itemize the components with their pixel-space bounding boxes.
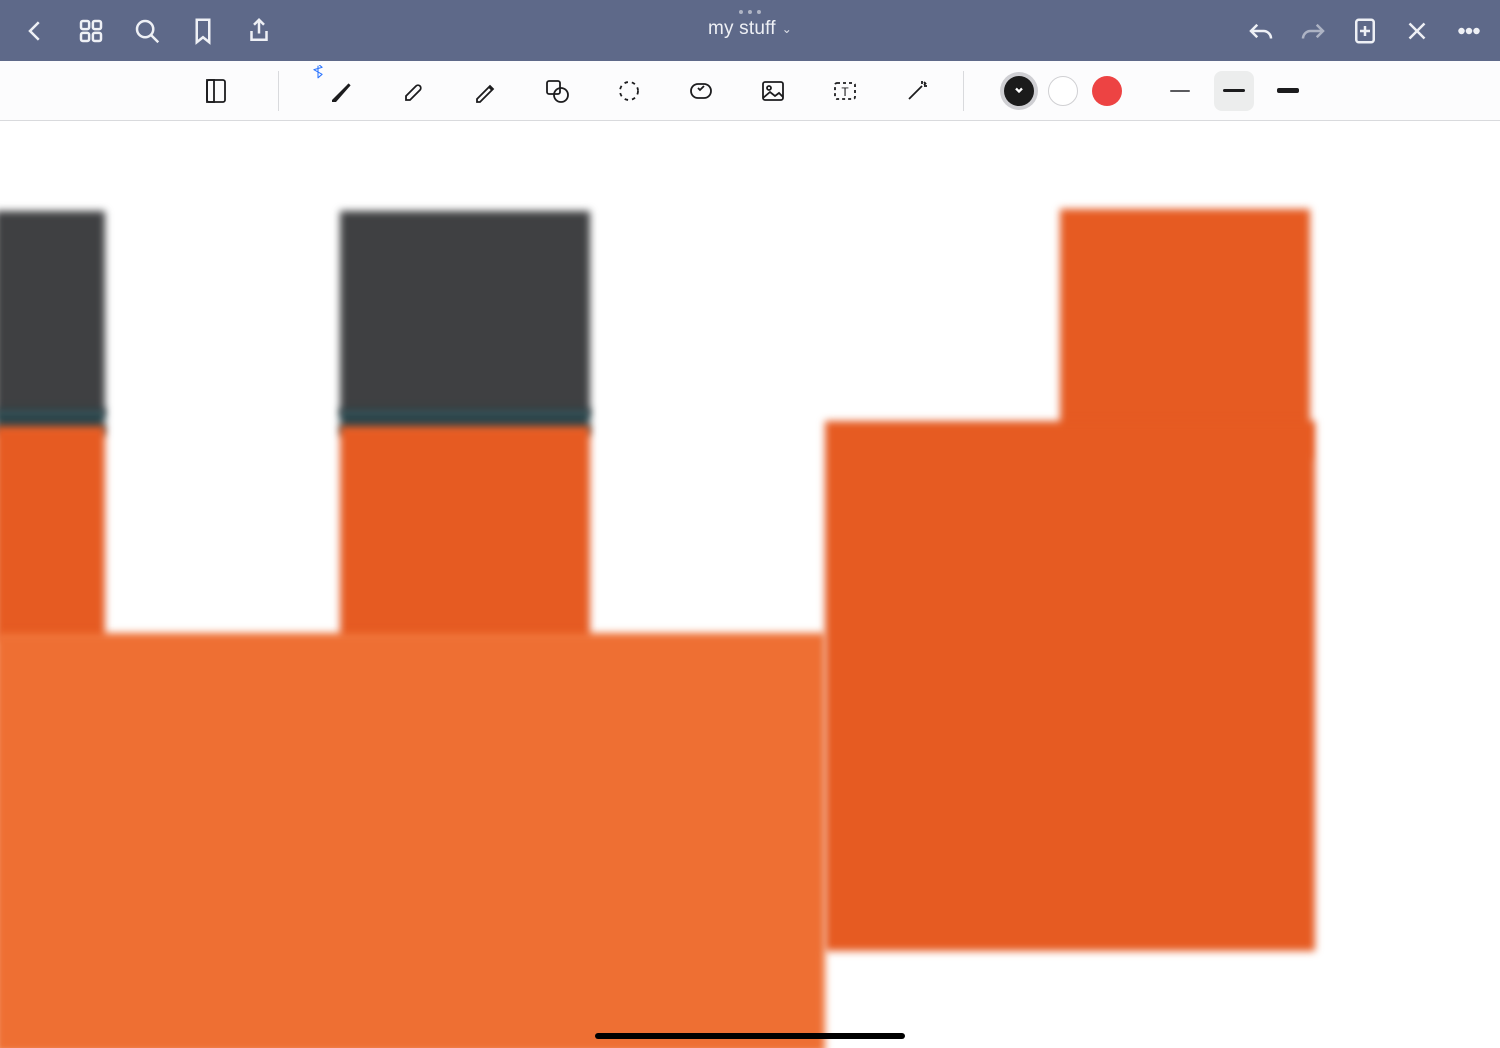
- more-icon: [1454, 16, 1484, 46]
- stroke-medium-button[interactable]: [1214, 71, 1254, 111]
- pen-tool[interactable]: [321, 71, 361, 111]
- page-template-tool[interactable]: [196, 71, 236, 111]
- canvas-shape: [340, 426, 590, 641]
- document-title: my stuff: [708, 18, 776, 40]
- share-icon: [244, 16, 274, 46]
- window-handle-icon[interactable]: [708, 10, 792, 14]
- shapes-tool[interactable]: [537, 71, 577, 111]
- drawing-canvas[interactable]: [0, 121, 1500, 1048]
- highlighter-tool[interactable]: [465, 71, 505, 111]
- text-icon: T: [830, 76, 860, 106]
- lasso-tool[interactable]: [609, 71, 649, 111]
- bluetooth-icon: [311, 65, 325, 84]
- canvas-shape: [0, 426, 105, 641]
- color-swatch-red[interactable]: [1092, 76, 1122, 106]
- stroke-thin-button[interactable]: [1160, 71, 1200, 111]
- chevron-down-icon: ⌄: [782, 22, 792, 36]
- redo-button[interactable]: [1296, 14, 1330, 48]
- undo-icon: [1246, 16, 1276, 46]
- document-title-dropdown[interactable]: my stuff ⌄: [708, 18, 792, 40]
- share-button[interactable]: [242, 14, 276, 48]
- image-tool[interactable]: [753, 71, 793, 111]
- back-button[interactable]: [18, 14, 52, 48]
- sticker-icon: [686, 76, 716, 106]
- laser-tool[interactable]: [897, 71, 937, 111]
- page-template-icon: [201, 76, 231, 106]
- home-indicator[interactable]: [595, 1033, 905, 1039]
- redo-icon: [1298, 16, 1328, 46]
- toolbar-separator: [278, 71, 279, 111]
- image-icon: [758, 76, 788, 106]
- shapes-icon: [542, 76, 572, 106]
- chevron-down-icon: [1014, 82, 1024, 100]
- undo-button[interactable]: [1244, 14, 1278, 48]
- more-button[interactable]: [1452, 14, 1486, 48]
- canvas-shape: [340, 211, 590, 416]
- stroke-thick-button[interactable]: [1268, 71, 1308, 111]
- app-header: my stuff ⌄: [0, 0, 1500, 61]
- back-icon: [20, 16, 50, 46]
- canvas-shape: [0, 211, 105, 416]
- bookmark-icon: [188, 16, 218, 46]
- sticker-tool[interactable]: [681, 71, 721, 111]
- eraser-tool[interactable]: [393, 71, 433, 111]
- pen-icon: [326, 76, 356, 106]
- close-toolbar-button[interactable]: [1400, 14, 1434, 48]
- laser-icon: [902, 76, 932, 106]
- text-tool[interactable]: T: [825, 71, 865, 111]
- search-button[interactable]: [130, 14, 164, 48]
- tool-toolbar: T: [0, 61, 1500, 121]
- toolbar-separator: [963, 71, 964, 111]
- svg-text:T: T: [841, 85, 849, 99]
- eraser-icon: [398, 76, 428, 106]
- close-toolbar-icon: [1402, 16, 1432, 46]
- add-page-icon: [1350, 16, 1380, 46]
- canvas-shape: [825, 421, 1315, 951]
- canvas-shape: [0, 633, 825, 1048]
- documents-grid-button[interactable]: [74, 14, 108, 48]
- documents-grid-icon: [76, 16, 106, 46]
- highlighter-icon: [470, 76, 500, 106]
- add-page-button[interactable]: [1348, 14, 1382, 48]
- color-swatch-black[interactable]: [1004, 76, 1034, 106]
- bookmark-button[interactable]: [186, 14, 220, 48]
- search-icon: [132, 16, 162, 46]
- lasso-icon: [614, 76, 644, 106]
- color-swatch-white[interactable]: [1048, 76, 1078, 106]
